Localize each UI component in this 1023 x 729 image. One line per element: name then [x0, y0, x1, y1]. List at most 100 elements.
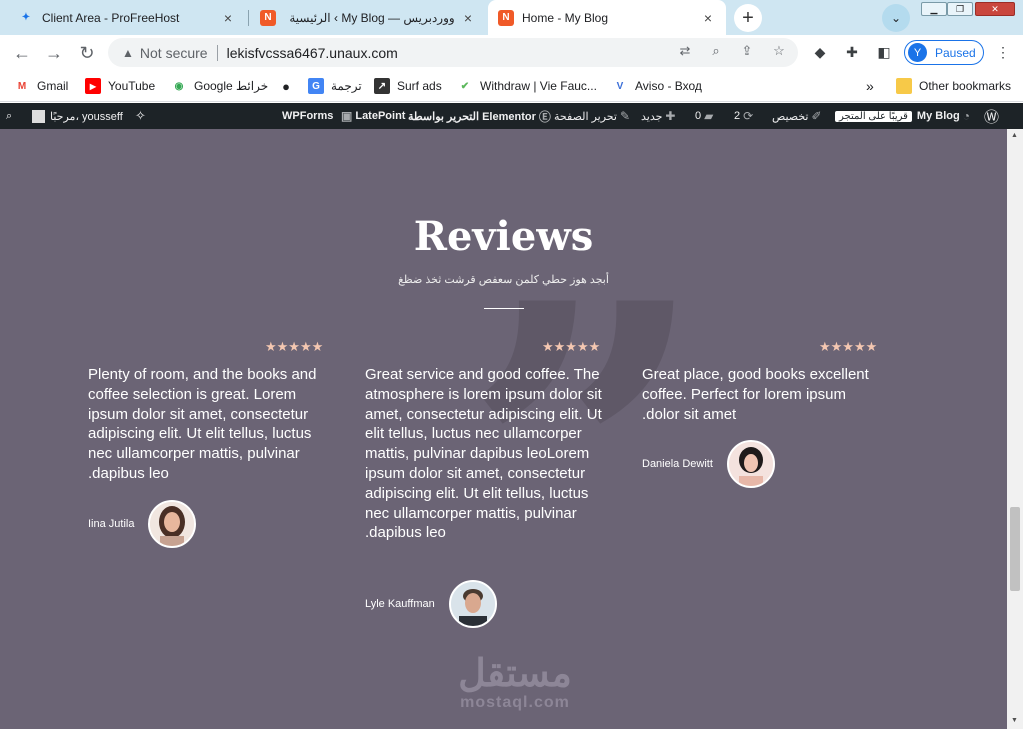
- new-tab-button[interactable]: +: [734, 4, 762, 32]
- comment-count: 0: [695, 110, 702, 122]
- wordpress-n-icon: N: [260, 9, 276, 26]
- admin-greeting: مرحبًا، yousseff: [50, 110, 123, 123]
- reload-icon[interactable]: ↻: [73, 39, 101, 67]
- admin-new-label: جديد: [641, 110, 663, 123]
- plus-icon: ✚: [665, 109, 676, 123]
- url-text[interactable]: lekisfvcssa6467.unaux.com: [227, 45, 398, 61]
- latepoint-icon: ▣: [341, 109, 353, 123]
- bookmark-surf-ads[interactable]: ↗ Surf ads: [374, 76, 442, 96]
- restore-icon[interactable]: ❐: [947, 2, 973, 16]
- elementor-icon: Ⓔ: [538, 109, 551, 124]
- profile-button[interactable]: Y Paused: [904, 40, 984, 65]
- avatar-portrait: [728, 442, 773, 486]
- checkmark-icon: ✔: [460, 80, 470, 92]
- star-rating: ★★★★★: [819, 339, 878, 354]
- scroll-up-icon[interactable]: ▲: [1011, 132, 1018, 139]
- tab-home-my-blog[interactable]: N Home - My Blog ×: [488, 0, 726, 35]
- admin-wpforms[interactable]: WPForms: [282, 108, 333, 124]
- bookmark-google-maps[interactable]: ◉ Google خرائط: [171, 76, 269, 96]
- tab-title: Client Area - ProFreeHost: [42, 10, 180, 25]
- admin-comments[interactable]: 0 ▰: [695, 108, 716, 124]
- bookmark-label: Surf ads: [397, 79, 442, 93]
- share-icon[interactable]: ⇪: [738, 42, 756, 60]
- bookmark-label: Google خرائط: [194, 79, 269, 93]
- watermark-latin: mostaql.com: [460, 694, 570, 711]
- scrollbar-thumb[interactable]: [1010, 507, 1020, 591]
- scroll-down-icon[interactable]: ▼: [1011, 717, 1018, 724]
- admin-site[interactable]: قريبًا على المتجر My Blog ◔: [835, 108, 973, 124]
- sparkle-icon[interactable]: ✧: [135, 108, 146, 124]
- browser-toolbar: ← → ↻ ▲ Not secure lekisfvcssa6467.unaux…: [0, 35, 1023, 70]
- tab-wp-dashboard[interactable]: N الرئيسية ‹ My Blog — ووردبريس ×: [250, 0, 486, 35]
- extensions-puzzle-icon[interactable]: ✚: [843, 43, 861, 61]
- wordpress-logo-icon[interactable]: Ⓦ: [984, 108, 999, 126]
- bookmark-gmail[interactable]: M Gmail: [14, 76, 69, 96]
- bookmark-youtube[interactable]: ▶ YouTube: [85, 76, 155, 96]
- minimize-icon[interactable]: ▁: [921, 2, 947, 16]
- extension-leaf-icon[interactable]: ◆: [811, 43, 829, 61]
- section-divider: [484, 308, 524, 309]
- wp-admin-bar: ⌕ مرحبًا، yousseff ✧ WPForms ▣ LatePoint…: [0, 103, 1023, 129]
- bookmark-label: ترجمة: [331, 79, 362, 93]
- zoom-icon[interactable]: ⌕: [707, 42, 725, 60]
- pfh-icon: ✦: [21, 12, 31, 23]
- more-menu-icon[interactable]: ⋮: [994, 43, 1012, 61]
- close-window-icon[interactable]: ✕: [975, 2, 1015, 16]
- globe-icon: ●: [282, 78, 290, 94]
- bookmark-label: Gmail: [37, 79, 69, 93]
- star-rating: ★★★★★: [265, 339, 324, 354]
- address-bar[interactable]: ▲ Not secure lekisfvcssa6467.unaux.com: [108, 38, 798, 67]
- admin-edit-page[interactable]: تحرير الصفحة ✎: [554, 108, 633, 124]
- forward-arrow-icon[interactable]: →: [40, 39, 68, 67]
- admin-elementor-label: التحرير بواسطة Elementor: [408, 110, 536, 123]
- mostaql-watermark: مستقل mostaql.com: [450, 654, 580, 712]
- watermark-arabic: مستقل: [458, 653, 572, 695]
- gmail-icon: M: [17, 80, 27, 92]
- bookmarks-bar: M Gmail ▶ YouTube ◉ Google خرائط ● G ترج…: [0, 70, 1023, 102]
- page-scrollbar[interactable]: ▲ ▼: [1007, 129, 1023, 729]
- surf-ads-icon: ↗: [374, 78, 390, 94]
- back-arrow-icon[interactable]: ←: [8, 39, 36, 67]
- update-count: 2: [734, 110, 741, 122]
- admin-customize-label: تخصيص: [772, 110, 809, 123]
- reviews-section: ” Reviews أبجد هوز حطي كلمن سعفص قرشت ثخ…: [0, 129, 1007, 729]
- author-avatar: [148, 500, 197, 548]
- bookmark-withdraw[interactable]: ✔ Withdraw | Vie Fauc...: [457, 76, 597, 96]
- bookmark-other[interactable]: Other bookmarks: [896, 76, 1011, 96]
- bookmark-label: Withdraw | Vie Fauc...: [480, 79, 597, 93]
- bookmark-aviso[interactable]: V Aviso - Вход: [612, 76, 702, 96]
- tab-search-chevron-icon[interactable]: ⌄: [882, 4, 910, 32]
- admin-search-icon[interactable]: ⌕: [6, 108, 12, 124]
- dashboard-gauge-icon: ◔: [962, 109, 970, 123]
- tab-title: الرئيسية ‹ My Blog — ووردبريس: [289, 10, 455, 25]
- tab-client-area[interactable]: ✦ Client Area - ProFreeHost ×: [8, 0, 246, 35]
- admin-updates[interactable]: 2 ⟳: [734, 108, 756, 124]
- translate-icon[interactable]: ⇄: [676, 42, 694, 60]
- bookmark-translate[interactable]: G ترجمة: [308, 76, 362, 96]
- coming-soon-badge: قريبًا على المتجر: [835, 110, 912, 122]
- admin-account[interactable]: مرحبًا، yousseff: [32, 108, 123, 124]
- author-avatar: [726, 440, 775, 488]
- section-title: Reviews: [413, 213, 594, 260]
- review-author: Iina Jutila: [88, 500, 197, 548]
- author-name: Iina Jutila: [88, 518, 135, 530]
- review-author: Lyle Kauffman: [365, 580, 497, 628]
- side-panel-icon[interactable]: ◧: [875, 43, 893, 61]
- review-text: Plenty of room, and the books and coffee…: [88, 366, 317, 482]
- close-icon[interactable]: ×: [220, 10, 236, 26]
- admin-new[interactable]: جديد ✚: [641, 108, 678, 124]
- tab-title: Home - My Blog: [522, 10, 609, 25]
- folder-icon: [896, 78, 912, 94]
- updates-icon: ⟳: [743, 109, 754, 123]
- bookmarks-overflow-icon[interactable]: »: [866, 76, 874, 96]
- youtube-icon: ▶: [85, 78, 101, 94]
- bookmark-globe[interactable]: ●: [278, 76, 301, 96]
- bookmark-label: Aviso - Вход: [635, 79, 702, 93]
- admin-latepoint[interactable]: ▣ LatePoint: [338, 108, 405, 124]
- admin-elementor[interactable]: التحرير بواسطة Elementor Ⓔ: [408, 108, 554, 124]
- admin-site-name: My Blog: [916, 110, 960, 122]
- bookmark-star-icon[interactable]: ☆: [770, 42, 788, 60]
- close-icon[interactable]: ×: [700, 10, 716, 26]
- close-icon[interactable]: ×: [460, 10, 476, 26]
- admin-customize[interactable]: تخصيص ✐: [772, 108, 825, 124]
